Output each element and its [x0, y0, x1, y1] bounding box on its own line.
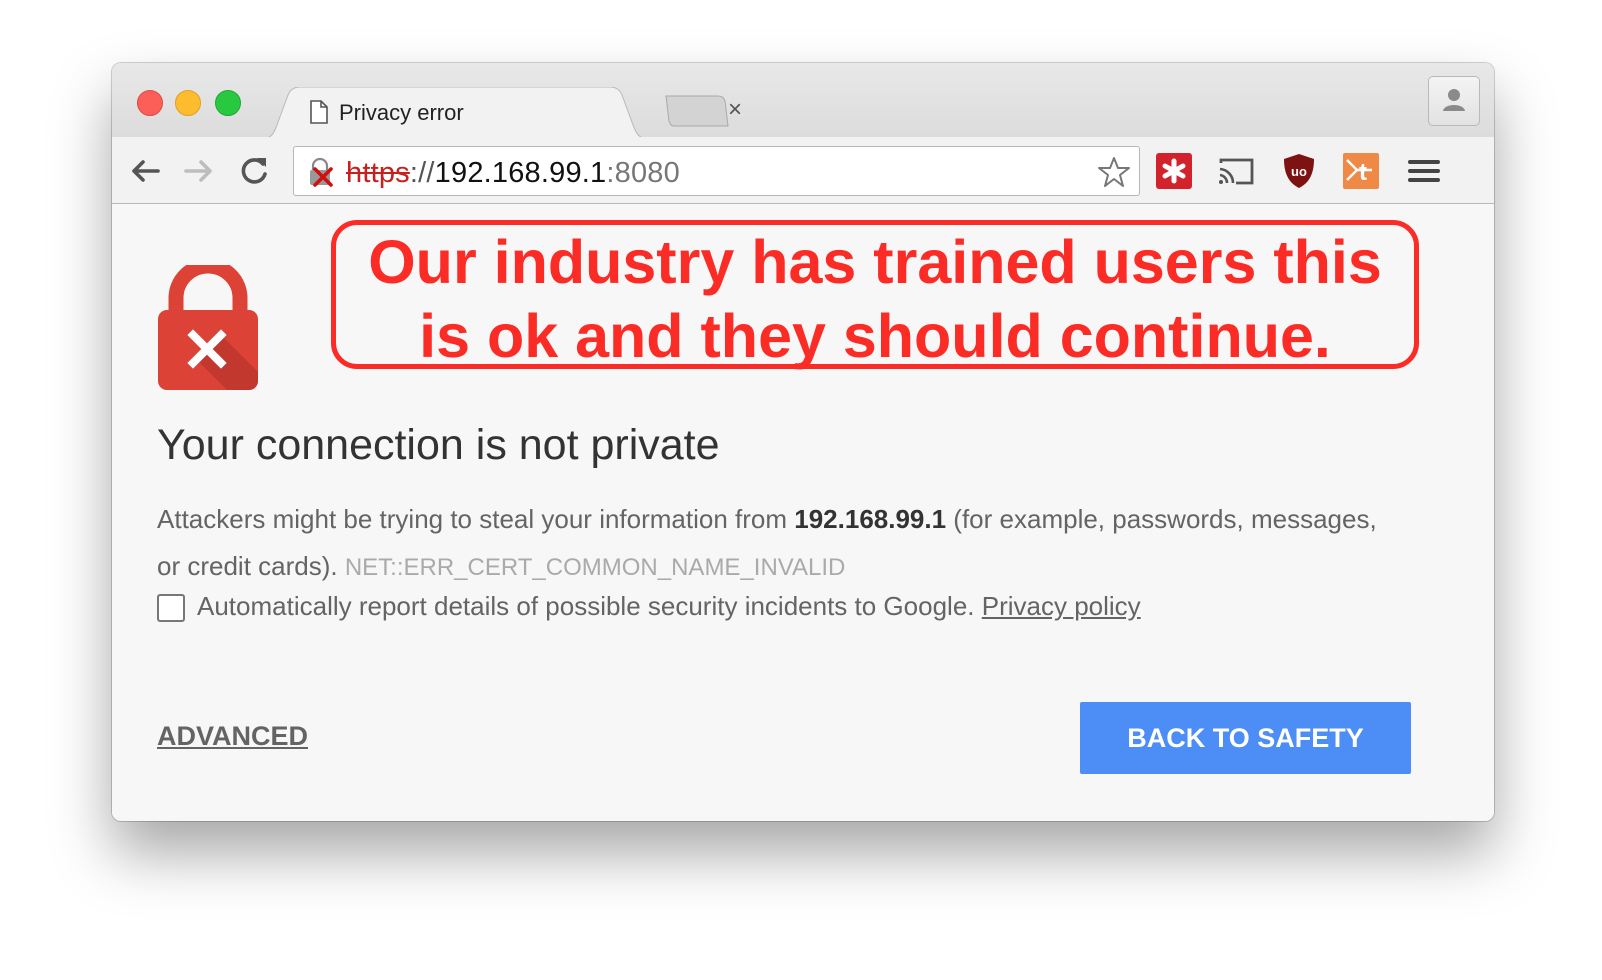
page-title: Your connection is not private: [157, 421, 720, 469]
red-lock-error-icon: [158, 265, 258, 390]
url-scheme: https: [346, 157, 410, 189]
profile-button[interactable]: [1428, 76, 1480, 126]
forward-arrow-icon[interactable]: [182, 154, 216, 188]
report-checkbox[interactable]: [157, 594, 185, 623]
advanced-button[interactable]: ADVANCED: [157, 721, 308, 752]
desc-prefix: Attackers might be trying to steal your …: [157, 504, 795, 534]
error-description: Attackers might be trying to steal your …: [157, 496, 1387, 591]
annotation-line-1: Our industry has trained users this: [368, 228, 1382, 296]
back-to-safety-button[interactable]: BACK TO SAFETY: [1080, 702, 1411, 774]
red-annotation-callout: Our industry has trained users this is o…: [331, 220, 1419, 370]
reload-icon[interactable]: [237, 154, 271, 188]
interstitial-page: Our industry has trained users this is o…: [112, 204, 1494, 821]
tab-title: Privacy error: [339, 100, 464, 125]
browser-window: Privacy error × https://192.168.99.1:808…: [112, 63, 1494, 821]
svg-text:t: t: [1359, 159, 1367, 186]
tab-strip: Privacy error ×: [112, 63, 1494, 139]
url-text: https://192.168.99.1:8080: [346, 157, 680, 190]
url-host: 192.168.99.1: [434, 157, 607, 189]
close-window-button[interactable]: [137, 90, 163, 116]
annotation-line-2: is ok and they should continue.: [419, 302, 1331, 370]
tab-close-icon[interactable]: ×: [728, 98, 742, 122]
tab-privacy-error[interactable]: Privacy error ×: [260, 87, 742, 139]
zoom-window-button[interactable]: [215, 90, 241, 116]
ublock-origin-icon[interactable]: uo: [1280, 152, 1318, 190]
bookmark-star-icon[interactable]: [1097, 155, 1131, 189]
svg-text:uo: uo: [1291, 164, 1307, 179]
new-tab-button[interactable]: [664, 95, 730, 127]
url-separator: ://: [409, 157, 435, 189]
desc-host: 192.168.99.1: [794, 504, 947, 534]
orange-extension-icon[interactable]: t: [1342, 152, 1380, 190]
menu-hamburger-icon[interactable]: [1405, 152, 1443, 190]
cast-icon[interactable]: [1216, 152, 1254, 190]
url-port: :8080: [606, 157, 680, 189]
document-icon: [310, 100, 328, 124]
minimize-window-button[interactable]: [175, 90, 201, 116]
address-bar[interactable]: https://192.168.99.1:8080: [293, 146, 1140, 196]
report-label: Automatically report details of possible…: [197, 591, 982, 621]
error-code: NET::ERR_CERT_COMMON_NAME_INVALID: [344, 554, 846, 581]
toolbar: https://192.168.99.1:8080 uo t: [112, 137, 1494, 204]
red-asterisk-extension-icon[interactable]: [1155, 152, 1193, 190]
not-secure-lock-icon: [310, 157, 333, 187]
report-option: Automatically report details of possible…: [157, 591, 1141, 623]
back-arrow-icon[interactable]: [128, 154, 162, 188]
privacy-policy-link[interactable]: Privacy policy: [982, 591, 1141, 621]
person-icon: [1443, 89, 1465, 111]
